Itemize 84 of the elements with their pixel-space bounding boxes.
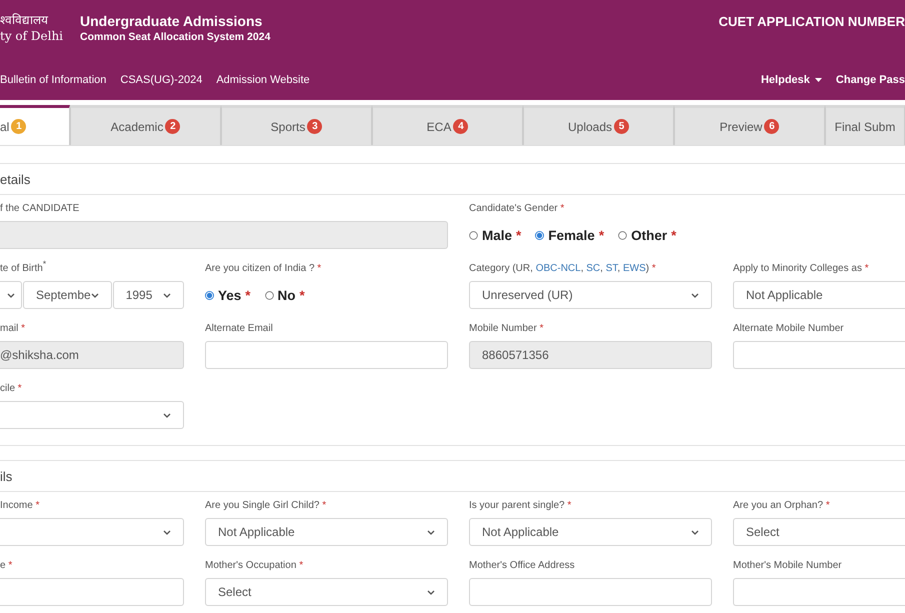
site-title: Undergraduate Admissions (80, 13, 264, 29)
radio-icon[interactable] (535, 230, 544, 240)
chevron-down-icon (163, 530, 171, 534)
field-label: Are you Single Girl Child? * (205, 500, 328, 512)
field-label: mail * (0, 323, 26, 335)
field-label: Category (UR, OBC-NCL, SC, ST, EWS) * (469, 263, 657, 275)
field-label: Apply to Minority Colleges as * (733, 263, 870, 275)
university-name: ty of Delhi (0, 28, 64, 44)
field-label: Mother's Mobile Number (733, 560, 843, 572)
category-link[interactable]: SC (586, 263, 600, 274)
select-field[interactable] (0, 281, 22, 309)
section-title: ils (0, 461, 905, 492)
step-tab[interactable]: Academic 2 (70, 105, 221, 145)
step-badge: 2 (165, 119, 180, 134)
chevron-down-icon (7, 292, 15, 298)
radio-icon[interactable] (618, 230, 628, 240)
text-field[interactable] (733, 578, 905, 606)
select-field[interactable] (0, 518, 184, 546)
field-label: Mother's Office Address (469, 560, 576, 572)
field-label: Are you citizen of India ? * (205, 263, 322, 275)
radio-icon[interactable] (469, 230, 478, 240)
category-link[interactable]: EWS (622, 263, 646, 274)
step-tab[interactable]: Sports 3 (221, 105, 372, 145)
section-title: etails (0, 164, 905, 195)
radio-icon[interactable] (205, 290, 214, 300)
select-field[interactable]: 1995 (112, 281, 184, 309)
step-badge: 6 (764, 119, 780, 134)
nav-link[interactable]: CSAS(UG)-2024 (120, 74, 202, 86)
field-label: Are you an Orphan? * (733, 500, 831, 512)
select-field[interactable]: Not Applicable (205, 518, 448, 546)
text-field[interactable] (0, 578, 184, 606)
select-field[interactable]: Septembe (23, 281, 112, 309)
header-link[interactable]: Helpdesk (760, 74, 822, 86)
radio-option[interactable]: Male * (469, 228, 522, 242)
text-field[interactable] (733, 341, 905, 369)
field-label: Is your parent single? * (469, 500, 572, 512)
field-label: Alternate Email (205, 323, 274, 335)
nav-link[interactable]: Bulletin of Information (0, 74, 106, 86)
chevron-down-icon (427, 530, 435, 534)
field-label: Mother's Occupation * (205, 560, 304, 572)
caret-icon (814, 78, 822, 82)
field-label: Alternate Mobile Number (733, 323, 845, 335)
category-link[interactable]: ST (606, 263, 618, 274)
chevron-down-icon (163, 292, 171, 298)
step-tab[interactable]: Final Subm (825, 105, 905, 145)
category-link[interactable]: OBC-NCL (536, 263, 581, 274)
site-subtitle: Common Seat Allocation System 2024 (80, 31, 270, 43)
step-tab[interactable]: ECA 4 (372, 105, 523, 145)
field-label: cile * (0, 383, 23, 395)
text-field[interactable] (205, 341, 448, 369)
field-label: Candidate's Gender * (469, 203, 566, 215)
radio-option[interactable]: Yes * (205, 288, 251, 302)
university-name-hindi: श्वविद्यालय (0, 12, 50, 28)
step-badge: 3 (307, 119, 322, 134)
step-tab[interactable]: Preview 6 (674, 105, 825, 145)
field-label: te of Birth$^{*}$ (0, 263, 48, 275)
select-field[interactable]: Select (733, 518, 905, 546)
chevron-down-icon (691, 530, 699, 534)
step-badge: 4 (453, 119, 468, 134)
header-link[interactable]: Change Pass (836, 74, 905, 86)
select-field[interactable] (0, 401, 184, 429)
text-field[interactable] (469, 578, 712, 606)
chevron-down-icon (427, 590, 435, 594)
step-tab[interactable]: al 1 (0, 105, 70, 145)
select-field[interactable]: Select (205, 578, 448, 606)
field-label: f the CANDIDATE (0, 203, 80, 215)
chevron-down-icon (90, 292, 99, 298)
nav-link[interactable]: Admission Website (216, 74, 310, 86)
step-badge: 5 (614, 119, 630, 134)
chevron-down-icon (163, 412, 171, 418)
application-number-label: CUET APPLICATION NUMBER (718, 14, 905, 28)
select-field[interactable]: Not Applicable (733, 281, 905, 309)
radio-option[interactable]: No * (264, 288, 305, 302)
chevron-down-icon (691, 292, 699, 298)
select-field[interactable]: Unreserved (UR) (469, 281, 712, 309)
select-field[interactable]: Not Applicable (469, 518, 712, 546)
field-label: Mobile Number * (469, 323, 544, 335)
step-tab[interactable]: Uploads 5 (523, 105, 674, 145)
radio-icon[interactable] (264, 290, 274, 300)
step-badge: 1 (11, 119, 26, 134)
field-label: e * (0, 560, 14, 572)
radio-option[interactable]: Female * (535, 228, 604, 242)
radio-option[interactable]: Other * (618, 228, 676, 242)
field-label: Income * (0, 500, 40, 512)
